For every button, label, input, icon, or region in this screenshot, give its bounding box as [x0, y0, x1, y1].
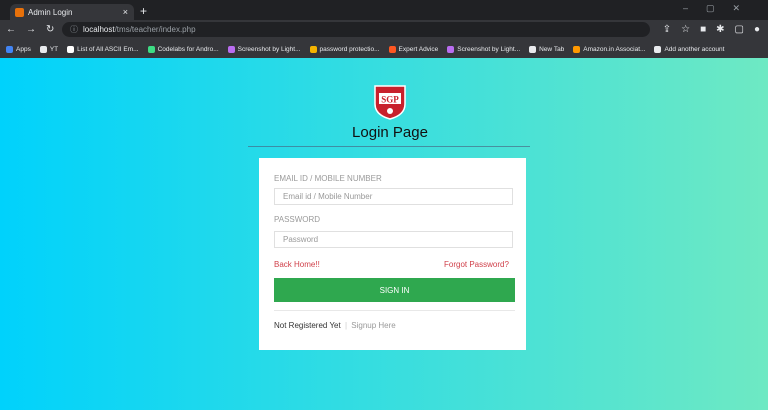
signup-link[interactable]: Signup Here	[351, 321, 395, 330]
bookmark-icon	[67, 45, 75, 53]
address-bar[interactable]: ⓘ localhost /tms/teacher/index.php	[62, 22, 650, 37]
bookmark-label: Screenshot by Light...	[457, 45, 521, 53]
window-controls[interactable]: –▢✕	[683, 3, 758, 14]
separator: |	[344, 321, 348, 330]
forgot-password-link[interactable]: Forgot Password?	[444, 260, 509, 269]
not-registered-text: Not Registered Yet	[274, 321, 341, 330]
tab-title: Admin Login	[28, 7, 73, 17]
bookmark-item[interactable]: Apps	[6, 45, 31, 53]
bookmark-label: Amazon.in Associat...	[583, 45, 646, 53]
page-title: Login Page	[352, 124, 428, 141]
back-arrow-icon[interactable]: ←	[6, 24, 16, 35]
info-icon[interactable]: ⓘ	[70, 24, 78, 35]
close-icon[interactable]: ×	[123, 7, 128, 17]
bookmark-item[interactable]: Codelabs for Andro...	[147, 45, 219, 53]
bookmark-icon	[309, 45, 317, 53]
email-input[interactable]	[274, 188, 513, 205]
bookmark-icon	[654, 45, 662, 53]
bookmark-label: Screenshot by Light...	[237, 45, 301, 53]
browser-chrome: Admin Login × + –▢✕ ← → ↻ ⓘ localhost /t…	[0, 0, 768, 58]
url-host: localhost	[83, 25, 115, 34]
bookmark-icon	[529, 45, 537, 53]
bookmark-label: password protectio...	[319, 45, 380, 53]
logo-text: SGP	[381, 95, 399, 105]
bookmark-item[interactable]: Add another account	[654, 45, 725, 53]
bookmark-icon	[227, 45, 235, 53]
tab-admin-login[interactable]: Admin Login ×	[10, 4, 134, 20]
bookmark-icon	[573, 45, 581, 53]
bookmark-item[interactable]: password protectio...	[309, 45, 380, 53]
email-label: EMAIL ID / MOBILE NUMBER	[274, 174, 382, 183]
bookmark-item[interactable]: Screenshot by Light...	[227, 45, 301, 53]
register-row: Not Registered Yet | Signup Here	[274, 321, 396, 330]
browser-toolbar: ← → ↻ ⓘ localhost /tms/teacher/index.php…	[0, 20, 768, 40]
star-icon[interactable]: ☆	[681, 24, 690, 35]
title-divider	[248, 146, 530, 147]
password-input[interactable]	[274, 231, 513, 248]
footer-divider	[274, 310, 515, 311]
url-path: /tms/teacher/index.php	[114, 25, 196, 34]
bookmark-item[interactable]: Amazon.in Associat...	[573, 45, 646, 53]
bookmark-label: Add another account	[664, 45, 725, 53]
bookmark-icon	[388, 45, 396, 53]
password-label: PASSWORD	[274, 215, 321, 224]
bookmark-icon	[147, 45, 155, 53]
share-icon[interactable]: ⇪	[663, 24, 671, 35]
bookmark-label: Expert Advice	[398, 45, 439, 53]
bookmark-item[interactable]: List of All ASCII Em...	[67, 45, 139, 53]
favicon-icon	[15, 7, 24, 17]
bookmark-icon	[6, 45, 13, 53]
bookmark-item[interactable]: New Tab	[529, 45, 565, 53]
back-home-link[interactable]: Back Home!!	[274, 260, 320, 269]
extension-icon[interactable]: ■	[700, 24, 706, 35]
sidepanel-icon[interactable]: ▢	[735, 24, 744, 35]
new-tab-icon[interactable]: +	[140, 4, 147, 18]
bookmark-item[interactable]: Screenshot by Light...	[447, 45, 521, 53]
reload-icon[interactable]: ↻	[46, 24, 54, 35]
puzzle-icon[interactable]: ✱	[716, 24, 724, 35]
bookmark-label: Apps	[16, 45, 31, 53]
tab-strip: Admin Login × + –▢✕	[0, 0, 768, 20]
bookmark-label: New Tab	[539, 45, 565, 53]
bookmark-icon	[447, 45, 455, 53]
profile-avatar-icon[interactable]: ●	[754, 24, 760, 35]
forward-arrow-icon[interactable]: →	[26, 24, 36, 35]
bookmarks-bar: Apps YT List of All ASCII Em... Codelabs fo…	[0, 40, 768, 58]
bookmark-item[interactable]: YT	[39, 45, 59, 53]
sign-in-button[interactable]: SIGN IN	[274, 278, 515, 302]
bookmark-icon	[39, 45, 47, 53]
bookmark-item[interactable]: Expert Advice	[388, 45, 439, 53]
bookmark-label: Codelabs for Andro...	[157, 45, 219, 53]
bookmark-label: List of All ASCII Em...	[77, 45, 139, 53]
sgp-logo-icon: SGP	[374, 85, 406, 120]
bookmark-label: YT	[49, 45, 59, 53]
